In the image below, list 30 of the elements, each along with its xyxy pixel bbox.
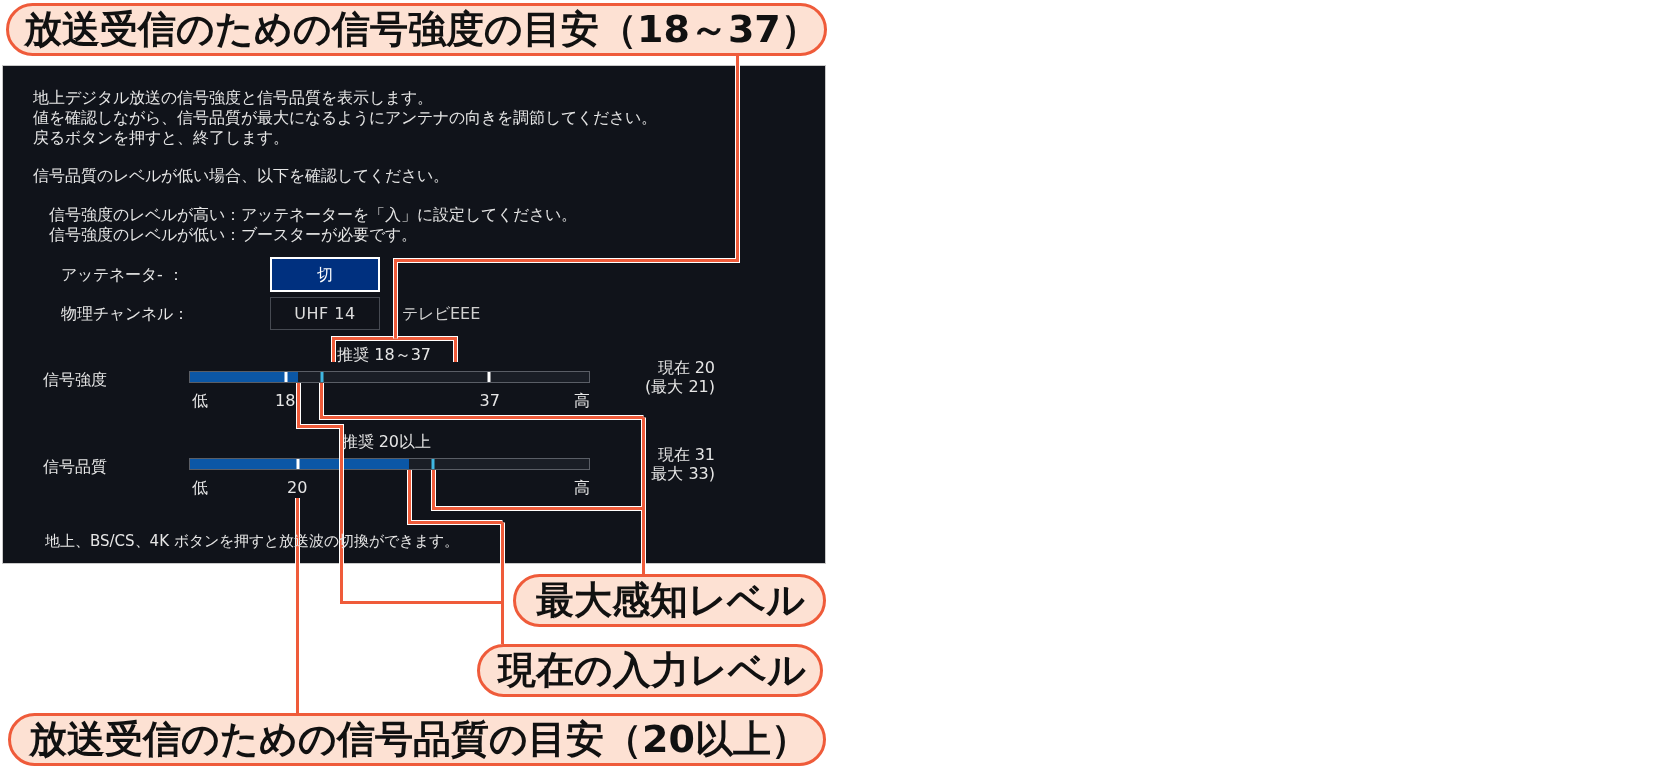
scale-label: 高 <box>574 391 590 411</box>
scale-label: 低 <box>192 478 208 498</box>
callout: 放送受信のための信号強度の目安（18～37） <box>6 3 827 56</box>
current-reading: 現在 31 <box>657 445 715 464</box>
current-reading: 現在 20 <box>657 358 715 377</box>
scale-label: 低 <box>192 391 208 411</box>
scale-label: 37 <box>479 391 500 411</box>
recommended-range: 推奨 18～37 <box>337 345 431 364</box>
check-item: 信号強度のレベルが高い：アッテネーターを「入」に設定してください。 <box>49 205 577 225</box>
meter-label: 信号強度 <box>43 370 107 390</box>
instruction-text: 信号品質のレベルが低い場合、以下を確認してください。 <box>33 166 449 186</box>
scale-label: 18 <box>275 391 296 411</box>
setting-label: アッテネータ- ： <box>61 264 184 284</box>
scale-label: 高 <box>574 478 590 498</box>
check-item: 信号強度のレベルが低い：ブースターが必要です。 <box>49 225 417 245</box>
instruction-text: 戻るボタンを押すと、終了します。 <box>33 128 289 148</box>
callout: 現在の入力レベル <box>477 644 823 697</box>
meter-label: 信号品質 <box>43 457 107 477</box>
instruction-text: 地上デジタル放送の信号強度と信号品質を表示します。 <box>33 88 433 108</box>
peak-reading: 最大 33) <box>651 464 715 483</box>
setting-label: 物理チャンネル： <box>61 303 189 323</box>
callout: 放送受信のための信号品質の目安（20以上） <box>8 713 826 766</box>
recommended-range: 推奨 20以上 <box>341 432 431 451</box>
peak-reading: (最大 21) <box>645 377 715 396</box>
setting-button[interactable]: UHF 14 <box>270 297 380 330</box>
scale-label: 20 <box>287 478 308 498</box>
setting-button[interactable]: 切 <box>270 257 380 292</box>
instruction-text: 値を確認しながら、信号品質が最大になるようにアンテナの向きを調節してください。 <box>33 108 657 128</box>
callout: 最大感知レベル <box>513 574 826 627</box>
channel-name: テレビEEE <box>402 303 481 324</box>
